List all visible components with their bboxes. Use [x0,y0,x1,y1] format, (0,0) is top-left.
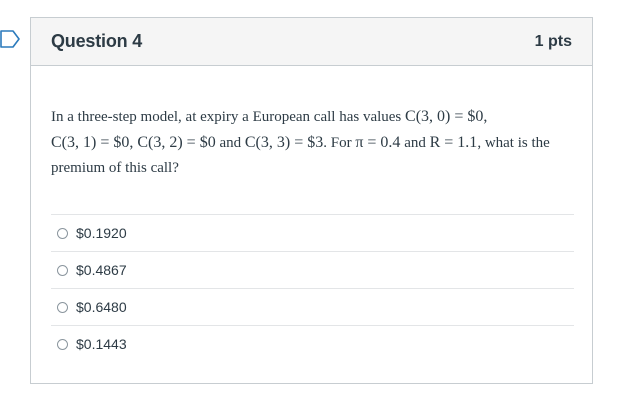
question-text-part: . For [323,135,356,151]
math-expression: C(3, 1) = $0, C(3, 2) = $0 [51,134,216,151]
answer-label[interactable]: $0.1920 [76,225,127,241]
question-card: Question 4 1 pts In a three-step model, … [30,17,593,384]
radio-unchecked-icon[interactable] [57,301,68,313]
question-text: In a three-step model, at expiry a Europ… [51,104,576,181]
answer-label[interactable]: $0.6480 [76,299,127,315]
answer-option[interactable]: $0.1443 [51,325,574,362]
bookmark-flag-icon[interactable] [0,30,20,48]
radio-unchecked-icon[interactable] [57,264,68,276]
math-expression: C(3, 3) = $3 [244,134,324,151]
question-text-part: In a three-step model, at expiry a Europ… [51,109,406,125]
question-text-part: and [215,135,245,151]
answer-label[interactable]: $0.1443 [76,336,127,352]
answer-option[interactable]: $0.4867 [51,251,574,288]
math-expression: R = 1.1 [429,134,478,151]
question-title: Question 4 [51,31,143,51]
answer-option[interactable]: $0.1920 [51,214,574,251]
question-body: In a three-step model, at expiry a Europ… [31,104,592,181]
answer-list: $0.1920 $0.4867 $0.6480 $0.1443 [51,214,574,362]
radio-unchecked-icon[interactable] [57,338,68,350]
question-text-part: and [400,135,430,151]
math-expression: C(3, 0) = $0, [405,108,488,125]
answer-label[interactable]: $0.4867 [76,262,127,278]
radio-unchecked-icon[interactable] [57,227,68,239]
question-header: Question 4 1 pts [31,18,592,66]
question-points: 1 pts [534,32,572,50]
answer-option[interactable]: $0.6480 [51,288,574,325]
math-expression: π = 0.4 [355,134,401,151]
